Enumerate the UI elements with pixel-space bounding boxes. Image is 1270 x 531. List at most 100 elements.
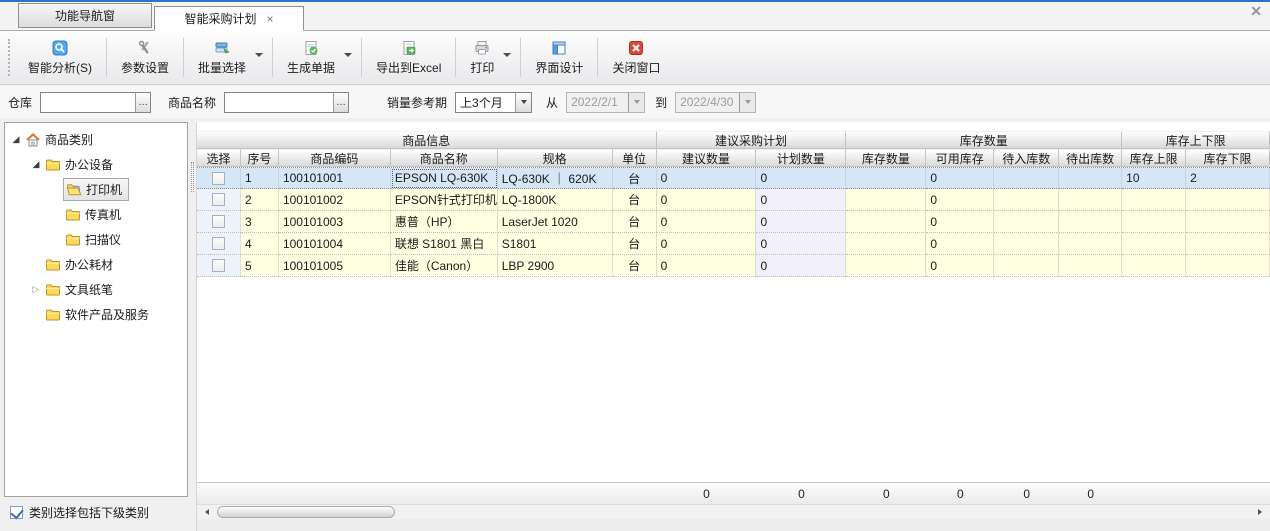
column-header-unit[interactable]: 单位 <box>613 149 657 167</box>
column-header-pending-in[interactable]: 待入库数 <box>994 149 1059 167</box>
grid-bottom-strip <box>197 519 1270 531</box>
toolbar-separator <box>106 38 107 77</box>
tree-item-fax-machine[interactable]: 传真机 <box>5 202 187 227</box>
smart-analysis-button[interactable]: 智能分析(S) <box>16 31 104 84</box>
column-header-index[interactable]: 序号 <box>241 149 279 167</box>
tab-function-nav[interactable]: 功能导航窗 <box>18 3 152 28</box>
table-row[interactable]: 3 100101003 惠普（HP） LaserJet 1020 台 0 0 0 <box>197 211 1270 233</box>
ui-design-button[interactable]: 界面设计 <box>523 31 595 84</box>
chevron-down-icon[interactable] <box>255 53 263 57</box>
chevron-down-icon[interactable] <box>503 53 511 57</box>
toolbar-grip[interactable] <box>8 39 12 76</box>
suggest-qty-cell: 0 <box>657 211 757 233</box>
table-row[interactable]: 5 100101005 佳能（Canon） LBP 2900 台 0 0 0 <box>197 255 1270 277</box>
horizontal-scrollbar[interactable] <box>197 504 1270 519</box>
column-header-product-code[interactable]: 商品编码 <box>279 149 391 167</box>
row-checkbox[interactable] <box>212 172 225 185</box>
table-row[interactable]: 2 100101002 EPSON针式打印机 LQ-1800K 台 0 0 0 <box>197 189 1270 211</box>
column-header-lower-limit[interactable]: 库存下限 <box>1186 149 1270 167</box>
app-window: 功能导航窗 智能采购计划 × ✕ 智能分析(S) 参数设置 <box>0 0 1270 531</box>
pending-out-cell <box>1059 189 1122 211</box>
chevron-down-icon[interactable] <box>344 53 352 57</box>
window-layout-icon <box>551 40 567 56</box>
product-name-cell: EPSON针式打印机 <box>391 189 498 211</box>
lower-limit-cell: 2 <box>1186 168 1270 189</box>
panel-splitter[interactable] <box>189 122 196 531</box>
stock-qty-cell <box>846 189 926 211</box>
toolbar-separator <box>272 38 273 77</box>
toolbar-separator <box>361 38 362 77</box>
table-row[interactable]: 1 100101001 EPSON LQ-630K LQ-630K ｜ 620K… <box>197 167 1270 189</box>
upper-limit-cell <box>1122 233 1186 255</box>
unit-cell: 台 <box>613 211 657 233</box>
expander-expanded-icon[interactable]: ◢ <box>29 159 43 170</box>
total-plan-qty: 0 <box>756 483 846 504</box>
tree-item-office-equipment[interactable]: ◢ 办公设备 <box>5 152 187 177</box>
row-checkbox[interactable] <box>212 193 225 206</box>
column-header-spec[interactable]: 规格 <box>498 149 613 167</box>
plan-qty-cell[interactable]: 0 <box>756 168 846 189</box>
lower-limit-cell <box>1186 233 1270 255</box>
tree-item-office-supplies[interactable]: 办公耗材 <box>5 252 187 277</box>
batch-select-button[interactable]: 批量选择 <box>186 31 270 84</box>
toolbar-separator <box>183 38 184 77</box>
parameter-settings-button[interactable]: 参数设置 <box>109 31 181 84</box>
table-row[interactable]: 4 100101004 联想 S1801 黑白 S1801 台 0 0 0 <box>197 233 1270 255</box>
plan-qty-cell[interactable]: 0 <box>756 255 846 277</box>
column-header-pending-out[interactable]: 待出库数 <box>1059 149 1122 167</box>
tree-item-scanner[interactable]: 扫描仪 <box>5 227 187 252</box>
include-subcategory-checkbox[interactable] <box>10 506 23 519</box>
scroll-right-icon[interactable] <box>1252 505 1268 519</box>
plan-qty-cell[interactable]: 0 <box>756 233 846 255</box>
print-button[interactable]: 打印 <box>458 31 518 84</box>
spec-cell: LBP 2900 <box>498 255 613 277</box>
product-name-cell: 惠普（HP） <box>391 211 498 233</box>
sales-period-select[interactable]: 上3个月 <box>455 92 532 113</box>
tree-item-stationery[interactable]: ▷ 文具纸笔 <box>5 277 187 302</box>
plan-qty-cell[interactable]: 0 <box>756 211 846 233</box>
column-header-plan-qty[interactable]: 计划数量 <box>756 149 846 167</box>
scroll-left-icon[interactable] <box>199 505 215 519</box>
column-header-suggest-qty[interactable]: 建议数量 <box>657 149 757 167</box>
tab-close-icon[interactable]: × <box>267 12 274 26</box>
scrollbar-thumb[interactable] <box>217 506 395 518</box>
expander-expanded-icon[interactable]: ◢ <box>9 134 23 145</box>
column-header-upper-limit[interactable]: 库存上限 <box>1122 149 1186 167</box>
product-name-input[interactable] <box>225 93 333 112</box>
pending-in-cell <box>994 233 1059 255</box>
from-date-picker[interactable]: 2022/2/1 <box>566 92 645 113</box>
to-date-picker[interactable]: 2022/4/30 <box>675 92 756 113</box>
row-checkbox[interactable] <box>212 237 225 250</box>
row-checkbox[interactable] <box>212 215 225 228</box>
warehouse-lookup-button[interactable]: … <box>135 93 150 112</box>
toolbar-label: 参数设置 <box>121 59 169 76</box>
warehouse-input[interactable] <box>41 93 135 112</box>
upper-limit-cell: 10 <box>1122 168 1186 189</box>
chevron-down-icon[interactable] <box>515 93 531 112</box>
generate-document-button[interactable]: 生成单据 <box>275 31 359 84</box>
unit-cell: 台 <box>613 255 657 277</box>
warehouse-label: 仓库 <box>8 94 32 111</box>
plan-qty-cell[interactable]: 0 <box>756 189 846 211</box>
tree-item-category-root[interactable]: ◢ 商品类别 <box>5 127 187 152</box>
tree-item-software-products[interactable]: 软件产品及服务 <box>5 302 187 327</box>
window-close-icon[interactable]: ✕ <box>1250 4 1262 18</box>
upper-limit-cell <box>1122 189 1186 211</box>
product-code-cell: 100101005 <box>279 255 391 277</box>
tree-item-printer[interactable]: 打印机 <box>5 177 187 202</box>
expander-collapsed-icon[interactable]: ▷ <box>29 284 43 295</box>
row-checkbox[interactable] <box>212 259 225 272</box>
tree-item-label: 传真机 <box>85 206 121 223</box>
pending-in-cell <box>994 168 1059 189</box>
unit-cell: 台 <box>613 168 657 189</box>
tab-smart-purchase-plan[interactable]: 智能采购计划 × <box>154 6 304 31</box>
column-header-stock-qty[interactable]: 库存数量 <box>846 149 926 167</box>
column-header-select[interactable]: 选择 <box>197 149 241 167</box>
lower-limit-cell <box>1186 255 1270 277</box>
close-window-button[interactable]: 关闭窗口 <box>600 31 672 84</box>
total-suggest-qty: 0 <box>657 483 757 504</box>
export-to-excel-button[interactable]: 导出到Excel <box>364 31 453 84</box>
product-lookup-button[interactable]: … <box>333 93 348 112</box>
column-header-available-stock[interactable]: 可用库存 <box>926 149 994 167</box>
column-header-product-name[interactable]: 商品名称 <box>391 149 498 167</box>
